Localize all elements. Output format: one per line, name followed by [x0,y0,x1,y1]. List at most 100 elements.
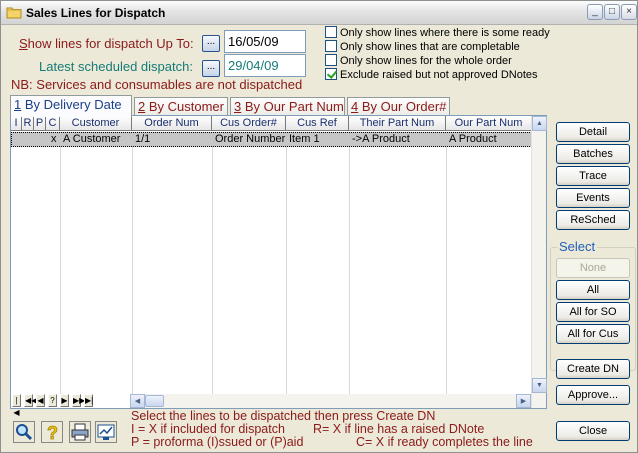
search-icon[interactable] [13,421,35,443]
select-all-for-so-button[interactable]: All for SO [556,302,630,322]
show-upto-picker-button[interactable]: ... [202,35,220,52]
cell-c: x [51,133,57,145]
minimize-button[interactable]: _ [587,4,603,20]
latest-dispatch-date-field[interactable]: 29/04/09 [224,54,306,77]
show-upto-label: Show lines for dispatch Up To: [19,36,194,51]
grid-horizontal-scrollbar[interactable]: ◀ ▶ [130,394,531,408]
col-header-c[interactable]: C [46,116,60,131]
checkbox-box[interactable] [325,40,337,52]
latest-dispatch-label: Latest scheduled dispatch: [39,59,193,74]
first-record-icon[interactable]: |◀ [12,394,21,417]
show-upto-label-text: how lines for dispatch Up To: [27,36,194,51]
report-icon[interactable] [95,421,117,443]
checkbox-box[interactable] [325,26,337,38]
dispatch-lines-grid[interactable]: I R P C Customer Order Num Cus Order# Cu… [10,115,547,417]
next-page-icon[interactable]: ▶▶ [72,394,85,407]
cell-our-part-num: A Product [449,133,497,145]
help-line-1: Select the lines to be dispatched then p… [131,409,436,423]
help-line-2a: I = X if included for dispatch [131,422,285,436]
window-title: Sales Lines for Dispatch [26,6,166,20]
scroll-thumb[interactable] [145,395,164,407]
latest-dispatch-picker-button[interactable]: ... [202,60,220,77]
col-header-our-part-num[interactable]: Our Part Num [446,116,532,131]
help-icon[interactable]: ? [41,421,63,443]
checkbox-box[interactable] [325,68,337,80]
resched-button[interactable]: ReSched [556,210,630,230]
maximize-button[interactable]: □ [604,4,620,20]
close-button[interactable]: Close [556,421,630,441]
next-record-icon[interactable]: ▶ [60,394,69,407]
column-divider [286,147,287,394]
select-none-button[interactable]: None [556,258,630,278]
create-dn-button[interactable]: Create DN [556,359,630,379]
prev-page-icon[interactable]: ◀◀ [24,394,37,407]
cell-their-part-num: ->A Product [352,133,410,145]
scroll-left-icon[interactable]: ◀ [130,394,145,408]
help-line-3b: C= X if ready completes the line [356,435,533,449]
print-icon[interactable] [69,421,91,443]
scroll-right-icon[interactable]: ▶ [516,394,531,408]
help-icon-glyph: ? [47,423,59,444]
tab-by-our-part-num[interactable]: 3 By Our Part Num [230,97,345,116]
nb-note: NB: Services and consumables are not dis… [11,77,303,92]
col-header-r[interactable]: R [22,116,34,131]
col-header-i[interactable]: I [11,116,22,131]
close-window-button[interactable]: × [621,4,637,20]
show-upto-date-field[interactable]: 16/05/09 [224,30,306,53]
col-header-cus-order[interactable]: Cus Order# [212,116,286,131]
report-icon-glyph [97,424,115,440]
select-group-title: Select [557,239,598,254]
cell-p [35,133,47,146]
checkbox-whole-order[interactable]: Only show lines for the whole order [325,54,512,68]
svg-text:?: ? [47,423,58,442]
last-record-icon[interactable]: ▶| [84,394,93,407]
checkbox-some-ready[interactable]: Only show lines where there is some read… [325,26,550,40]
client-area: Show lines for dispatch Up To: ... 16/05… [1,25,637,453]
column-divider [60,147,61,394]
tab-by-delivery-date[interactable]: 1 By Delivery Date [10,95,132,117]
checkbox-completable[interactable]: Only show lines that are completable [325,40,520,54]
checkbox-label: Only show lines that are completable [340,41,520,53]
scroll-down-icon[interactable]: ▼ [532,378,547,393]
cell-i [12,133,23,146]
column-divider [132,147,133,394]
grid-vertical-scrollbar[interactable]: ▲ ▼ [531,116,547,408]
print-icon-glyph [71,423,89,441]
find-record-icon[interactable]: ? [48,394,57,407]
detail-button[interactable]: Detail [556,122,630,142]
tab-by-customer[interactable]: 2 By Customer [134,97,228,116]
table-row[interactable]: x A Customer 1/1 Order Number Item 1 ->A… [11,132,532,147]
cell-cus-ref: Item 1 [289,133,320,145]
grid-navigator-row: |◀ ◀◀ ◀ ? ▶ ▶▶ ▶| ◀ ▶ [11,394,546,417]
select-all-for-cus-button[interactable]: All for Cus [556,324,630,344]
trace-button[interactable]: Trace [556,166,630,186]
folder-icon [6,7,22,19]
help-line-2b: R= X if line has a raised DNote [313,422,485,436]
checkbox-exclude-raised[interactable]: Exclude raised but not approved DNotes [325,68,538,82]
checkbox-label: Only show lines for the whole order [340,55,512,67]
title-bar[interactable]: Sales Lines for Dispatch _ □ × [1,1,637,25]
scroll-up-icon[interactable]: ▲ [532,116,547,131]
col-header-order-num[interactable]: Order Num [132,116,212,131]
approve-button[interactable]: Approve... [556,385,630,405]
col-header-p[interactable]: P [34,116,46,131]
help-line-3a: P = proforma (I)ssued or (P)aid [131,435,304,449]
col-header-their-part-num[interactable]: Their Part Num [349,116,446,131]
checkbox-box[interactable] [325,54,337,66]
col-header-customer[interactable]: Customer [60,116,132,131]
search-icon-glyph [16,424,33,441]
cell-order-num: 1/1 [135,133,151,145]
col-header-cus-ref[interactable]: Cus Ref [286,116,349,131]
column-divider [212,147,213,394]
checkbox-label: Exclude raised but not approved DNotes [340,69,538,81]
events-button[interactable]: Events [556,188,630,208]
batches-button[interactable]: Batches [556,144,630,164]
grid-header: I R P C Customer Order Num Cus Order# Cu… [11,116,532,131]
tab-by-our-order[interactable]: 4 By Our Order# [347,97,450,116]
cell-cus-order: Order Number [215,133,286,145]
select-all-button[interactable]: All [556,280,630,300]
sales-lines-window: Sales Lines for Dispatch _ □ × Show line… [0,0,638,453]
cell-customer: A Customer [63,133,121,145]
column-divider [446,147,447,394]
prev-record-icon[interactable]: ◀ [36,394,45,407]
